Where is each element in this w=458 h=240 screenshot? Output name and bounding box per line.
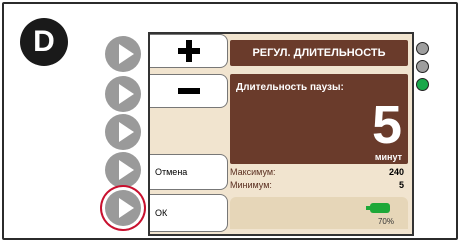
play-icon: [118, 84, 134, 104]
min-label: Минимум:: [230, 180, 272, 190]
status-led-3: [416, 78, 429, 91]
step-letter: D: [33, 25, 55, 58]
battery-percent: 70%: [377, 217, 394, 226]
min-row: Минимум: 5: [230, 180, 408, 190]
screen-title-text: РЕГУЛ. ДЛИТЕЛЬНОСТЬ: [252, 47, 386, 59]
minus-icon: [177, 88, 200, 94]
side-button-1[interactable]: [105, 36, 141, 72]
value-unit: минут: [374, 152, 402, 162]
play-icon: [118, 198, 134, 218]
device-screen: Отмена ОК РЕГУЛ. ДЛИТЕЛЬНОСТЬ Длительнос…: [148, 32, 414, 236]
status-bar: 70%: [230, 197, 408, 229]
value-display: 5: [371, 95, 402, 155]
screen-title: РЕГУЛ. ДЛИТЕЛЬНОСТЬ: [230, 40, 408, 66]
value-panel: Длительность паузы: 5 минут: [230, 74, 408, 164]
side-button-4[interactable]: [105, 152, 141, 188]
step-badge: D: [20, 18, 68, 66]
max-label: Максимум:: [230, 167, 276, 177]
play-icon: [118, 44, 134, 64]
max-value: 240: [388, 167, 404, 177]
decrease-button[interactable]: [150, 74, 228, 108]
status-led-1: [416, 42, 429, 55]
max-row: Максимум: 240: [230, 167, 408, 177]
play-icon: [118, 122, 134, 142]
cancel-button[interactable]: Отмена: [150, 154, 228, 190]
battery-icon: [366, 203, 390, 213]
ok-label: ОК: [155, 208, 168, 218]
side-button-2[interactable]: [105, 76, 141, 112]
cancel-label: Отмена: [155, 167, 188, 177]
side-button-5[interactable]: [105, 190, 141, 226]
min-value: 5: [398, 180, 404, 190]
side-button-3[interactable]: [105, 114, 141, 150]
ok-button[interactable]: ОК: [150, 194, 228, 232]
increase-button[interactable]: [150, 34, 228, 68]
status-led-2: [416, 60, 429, 73]
value-label: Длительность паузы:: [236, 82, 344, 93]
play-icon: [118, 160, 134, 180]
plus-icon: [177, 40, 200, 62]
